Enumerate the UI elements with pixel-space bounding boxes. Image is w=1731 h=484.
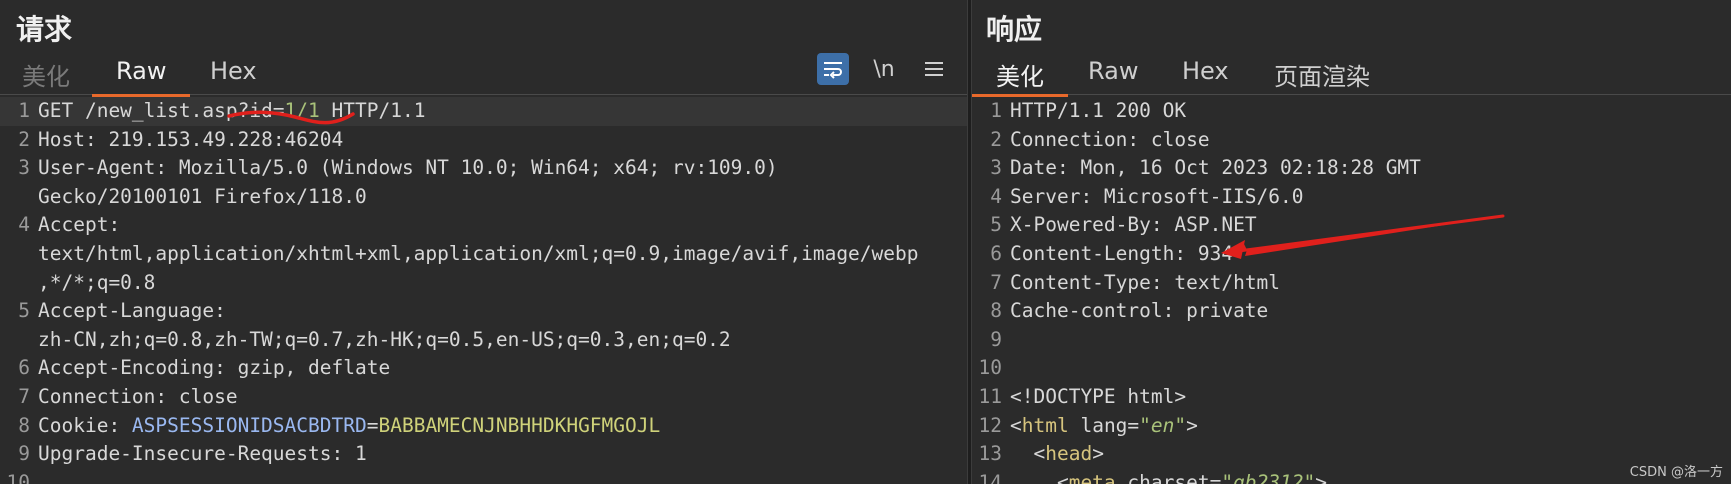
code-line: 4 Server: Microsoft-IIS/6.0 xyxy=(990,184,1304,208)
code-line: 10 xyxy=(6,470,30,484)
code-line: 2 Host: 219.153.49.228:46204 xyxy=(18,127,344,151)
code-line: 3 Date: Mon, 16 Oct 2023 02:18:28 GMT xyxy=(990,156,1421,180)
response-editor[interactable]: 1 HTTP/1.1 200 OK 2 Connection: close 3 Dat… xyxy=(972,97,1731,484)
hamburger-menu-icon[interactable] xyxy=(918,53,950,85)
code-line: 8 Cookie: ASPSESSIONIDSACBDTRD=BABBAMECNJ… xyxy=(18,413,661,437)
code-line: text/html,application/xhtml+xml,applicat… xyxy=(38,241,919,265)
code-line: 8 Cache-control: private xyxy=(990,299,1269,323)
wrap-text-icon[interactable] xyxy=(817,53,849,85)
tab-hex[interactable]: Hex xyxy=(206,57,261,85)
code-line: 11 <!DOCTYPE html> xyxy=(978,384,1187,408)
code-line: Gecko/20100101 Firefox/118.0 xyxy=(38,184,367,208)
code-line: 1 GET /new_list.asp?id=1/1 HTTP/1.1 xyxy=(0,97,967,126)
code-line: 7 Connection: close xyxy=(18,384,238,408)
code-line: 2 Connection: close xyxy=(990,127,1210,151)
code-line: 5 X-Powered-By: ASP.NET xyxy=(990,213,1257,237)
response-tab-bar: 美化 Raw Hex 页面渲染 xyxy=(972,50,1731,97)
tab-render[interactable]: 页面渲染 xyxy=(1270,57,1374,92)
tab-hex[interactable]: Hex xyxy=(1178,57,1233,85)
code-line: 3 User-Agent: Mozilla/5.0 (Windows NT 10.… xyxy=(18,156,778,180)
tab-raw[interactable]: Raw xyxy=(1084,57,1142,85)
request-pane: 请求 美化 Raw Hex \n 1 GET /new_list.asp?id=1… xyxy=(0,0,967,484)
tab-pretty[interactable]: 美化 xyxy=(972,57,1068,97)
response-pane: 响应 美化 Raw Hex 页面渲染 1 HTTP/1.1 200 OK 2 Con… xyxy=(972,0,1731,484)
code-line: 7 Content-Type: text/html xyxy=(990,270,1281,294)
code-line: 5 Accept-Language: xyxy=(18,299,226,323)
code-line: zh-CN,zh;q=0.8,zh-TW;q=0.7,zh-HK;q=0.5,e… xyxy=(38,327,731,351)
code-line: 13 <head> xyxy=(978,442,1104,466)
tab-pretty[interactable]: 美化 xyxy=(18,57,74,92)
request-title: 请求 xyxy=(16,13,73,46)
code-line: 10 xyxy=(978,356,1002,380)
request-editor[interactable]: 1 GET /new_list.asp?id=1/1 HTTP/1.1 2 Host… xyxy=(0,97,967,484)
code-line: 6 Content-Length: 934 xyxy=(990,241,1234,265)
code-line: 6 Accept-Encoding: gzip, deflate xyxy=(18,356,391,380)
show-newlines-button[interactable]: \n xyxy=(868,53,900,85)
code-line: 12 <html lang="en"> xyxy=(978,413,1198,437)
code-line: 14 <meta charset="gb2312"> xyxy=(978,470,1328,484)
watermark: CSDN @洛一方 xyxy=(1629,465,1723,480)
response-title: 响应 xyxy=(986,13,1043,46)
code-line: 9 Upgrade-Insecure-Requests: 1 xyxy=(18,442,367,466)
tab-raw[interactable]: Raw xyxy=(91,57,192,97)
code-line: ,*/*;q=0.8 xyxy=(38,270,156,294)
code-line: 4 Accept: xyxy=(18,213,121,237)
code-line: 1 HTTP/1.1 200 OK xyxy=(990,99,1187,122)
code-line: 9 xyxy=(990,327,1002,351)
